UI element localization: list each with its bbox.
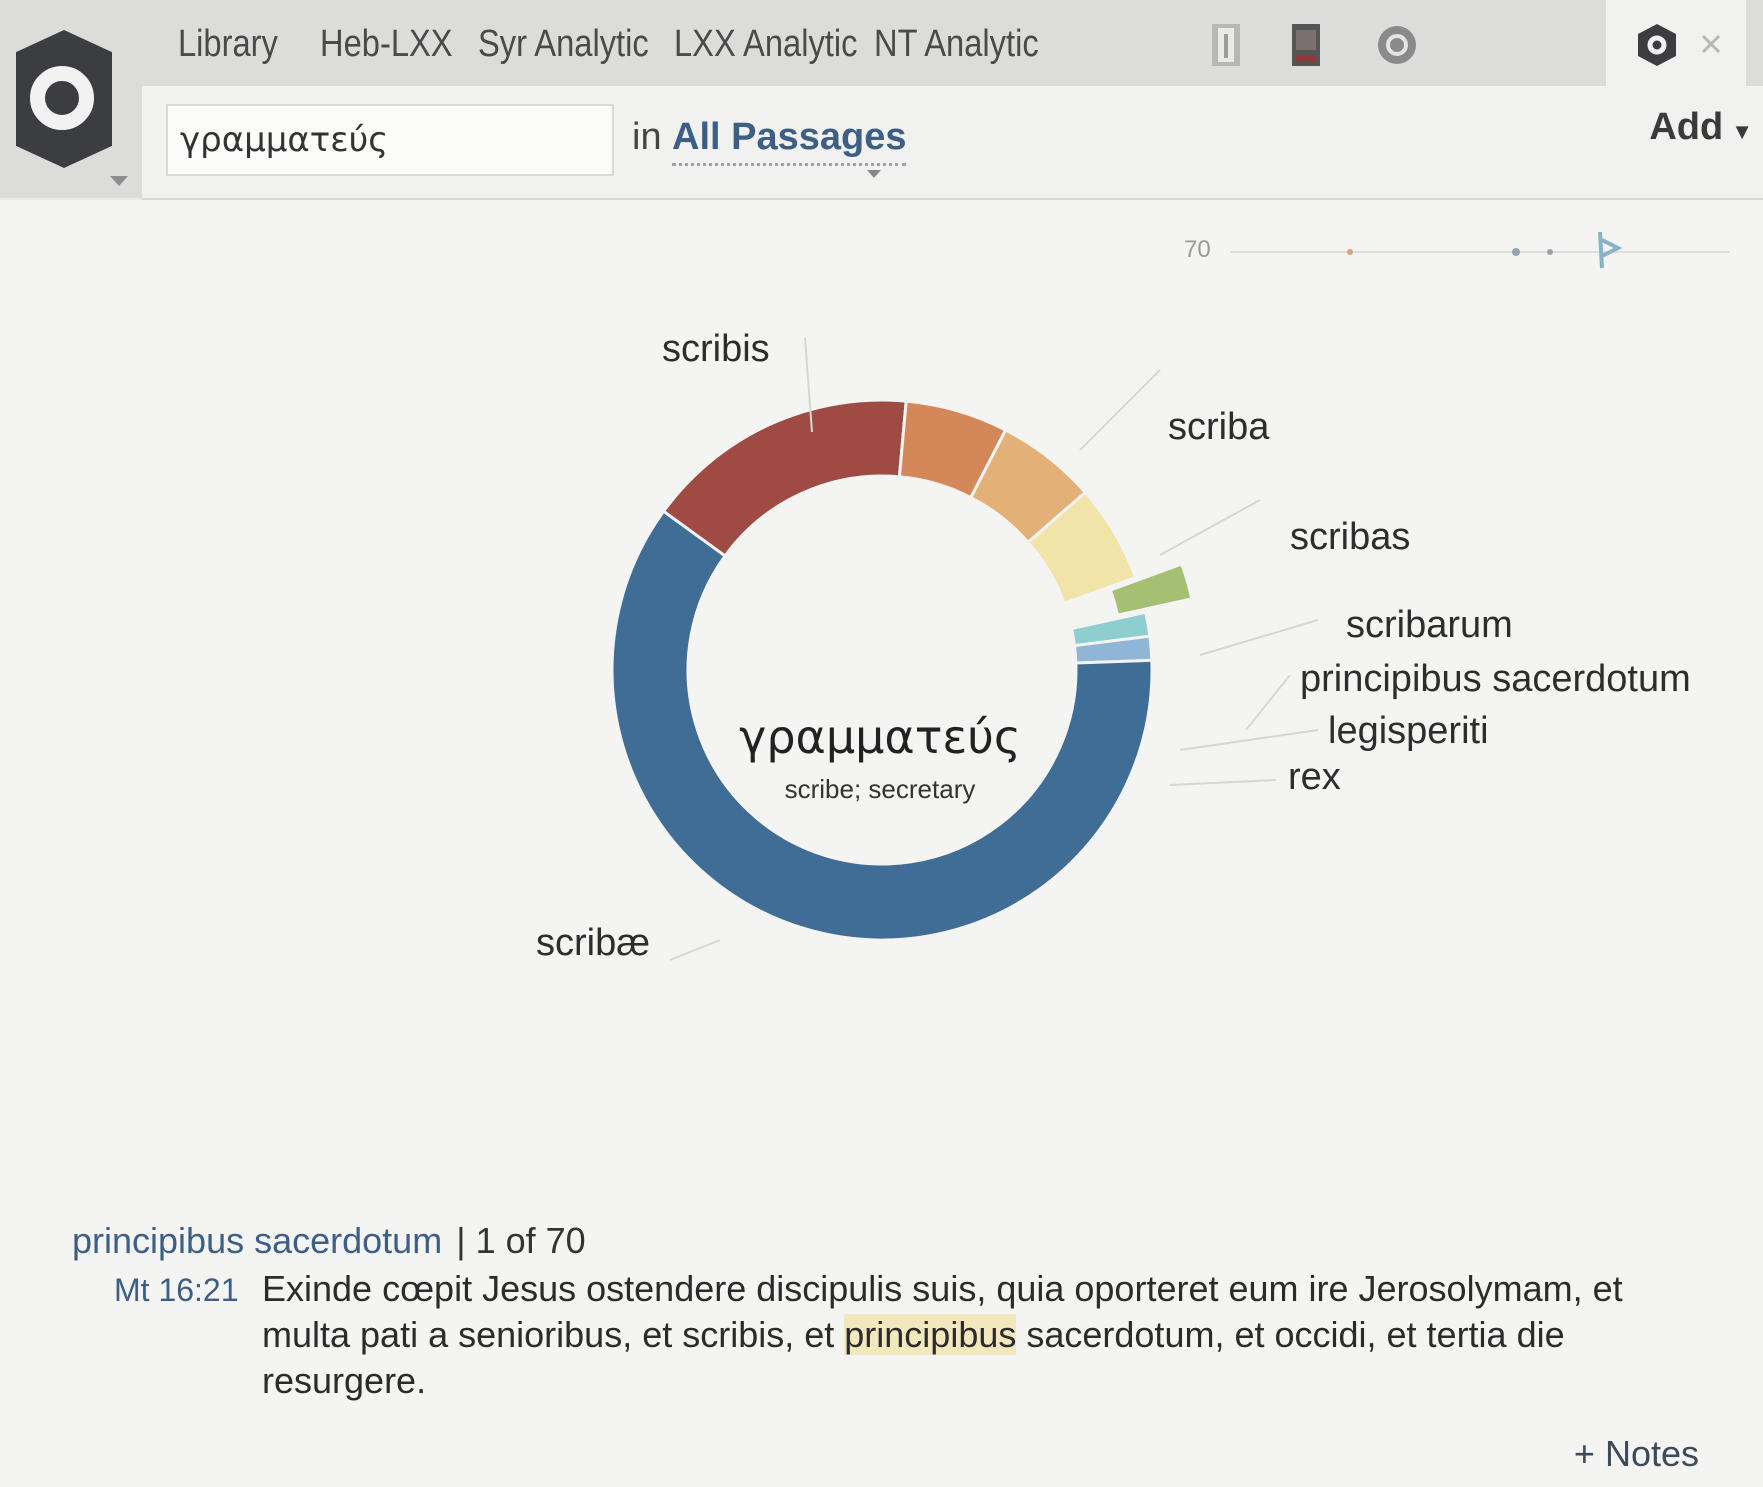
slice-label: legisperiti — [1328, 710, 1489, 752]
search-bar: in All Passages Add ▼ — [142, 86, 1763, 200]
book-cover-tab-icon[interactable] — [1288, 22, 1324, 68]
add-dropdown-button[interactable]: Add ▼ — [1649, 106, 1753, 149]
leader-line — [669, 939, 721, 961]
highlighted-term: principibus — [844, 1314, 1017, 1355]
slice-label: scriba — [1168, 406, 1270, 448]
in-label: in — [632, 116, 662, 158]
close-icon[interactable] — [1696, 22, 1726, 68]
app-header: Library Heb-LXX Syr Analytic LXX Analyti… — [0, 0, 1763, 200]
tab-bar: Library Heb-LXX Syr Analytic LXX Analyti… — [142, 0, 1763, 86]
slice-label: scribarum — [1346, 604, 1513, 646]
center-gloss: scribe; secretary — [784, 774, 976, 804]
chevron-down-icon — [110, 176, 128, 186]
tab-library[interactable]: Library — [178, 14, 278, 74]
tab-lxx-analytic[interactable]: LXX Analytic — [674, 14, 857, 74]
leader-line — [1179, 729, 1319, 751]
app-menu-button[interactable] — [0, 0, 142, 198]
add-notes-button[interactable]: + Notes — [1568, 1432, 1705, 1476]
leader-line — [1199, 619, 1319, 656]
chevron-down-icon — [867, 170, 881, 178]
translation-donut-chart — [610, 337, 1319, 961]
slice-label: principibus sacerdotum — [1300, 658, 1691, 700]
verse-text: Exinde cœpit Jesus ostendere discipulis … — [262, 1266, 1662, 1404]
result-count: 1 of 70 — [475, 1220, 586, 1261]
tab-nt-analytic[interactable]: NT Analytic — [874, 14, 1039, 74]
word-study-tab-icon — [1638, 24, 1676, 66]
result-header: principibus sacerdotum | 1 of 70 — [72, 1220, 586, 1262]
result-separator: | — [456, 1220, 466, 1261]
tab-heb-lxx[interactable]: Heb-LXX — [320, 14, 453, 74]
chevron-down-icon: ▼ — [1731, 119, 1753, 144]
passage-scope-dropdown[interactable]: All Passages — [672, 116, 907, 166]
slice-label: scribas — [1290, 516, 1411, 558]
search-input[interactable] — [166, 104, 614, 176]
slice-label: scribæ — [536, 922, 651, 964]
add-label: Add — [1649, 106, 1724, 148]
word-study-panel: 70 scribis scriba scribas scribarum prin… — [0, 200, 1763, 1487]
slice-label: scribis — [662, 328, 770, 370]
book-tab-icon[interactable] — [1208, 22, 1244, 68]
result-term[interactable]: principibus sacerdotum — [72, 1220, 442, 1261]
leader-line — [1159, 499, 1261, 556]
eye-tab-icon[interactable] — [1374, 22, 1420, 68]
tab-syr-analytic[interactable]: Syr Analytic — [478, 14, 649, 74]
verse-reference-link[interactable]: Mt 16:21 — [114, 1272, 239, 1309]
leader-line — [1245, 674, 1291, 731]
logo-ring-icon — [30, 66, 94, 130]
leader-line — [1079, 369, 1161, 451]
center-lemma: γραμματεύς — [739, 710, 1021, 764]
leader-line — [1169, 779, 1277, 786]
slice-label: rex — [1288, 756, 1341, 798]
donut-slice-scribis[interactable] — [661, 398, 908, 559]
